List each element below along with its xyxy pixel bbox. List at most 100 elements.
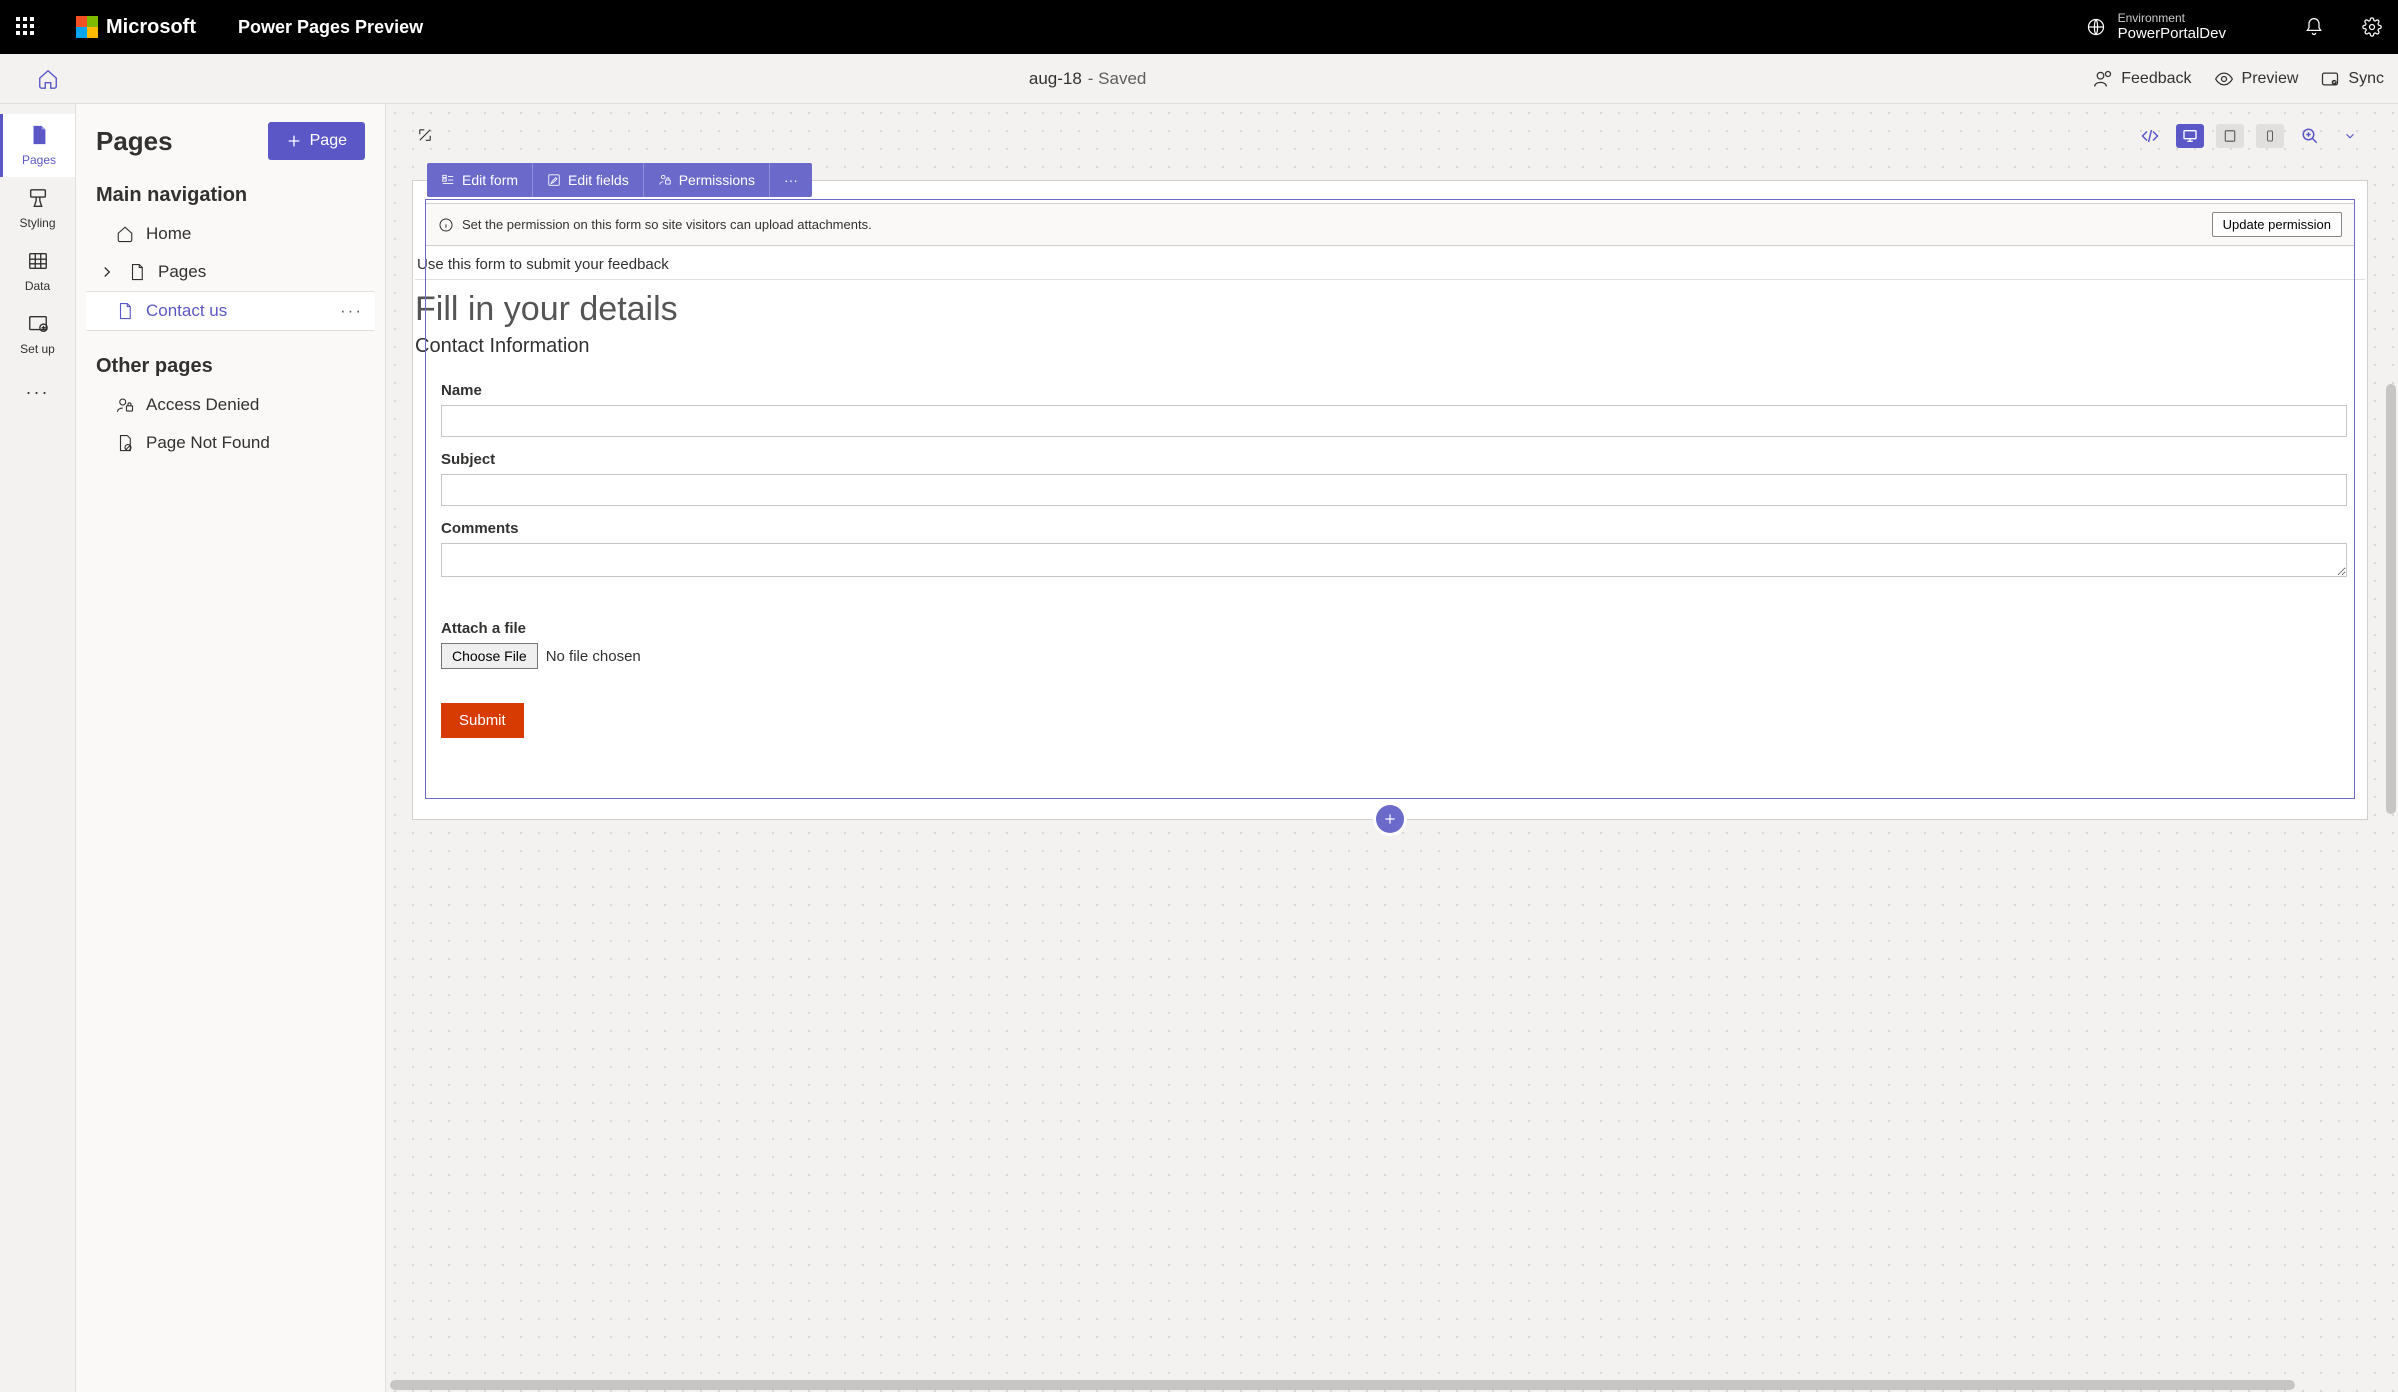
chevron-right-icon (98, 263, 116, 281)
permissions-label: Permissions (679, 172, 755, 188)
add-section-button[interactable] (1376, 805, 1404, 833)
tree-item-contact-us[interactable]: Contact us ··· (86, 291, 375, 331)
code-view-button[interactable] (2136, 124, 2164, 148)
rail-label: Data (0, 279, 75, 293)
permission-info-bar: Set the permission on this form so site … (425, 203, 2355, 246)
rail-item-styling[interactable]: Styling (0, 177, 75, 240)
environment-label: Environment (2118, 11, 2226, 25)
zoom-in-icon (2301, 127, 2319, 145)
tree-item-pages[interactable]: Pages (86, 253, 375, 291)
edit-fields-label: Edit fields (568, 172, 629, 188)
section-other-pages: Other pages (86, 345, 375, 386)
preview-icon (2214, 69, 2234, 89)
tree-label: Home (146, 224, 191, 244)
settings-icon[interactable] (2362, 17, 2382, 37)
page-outline-icon (116, 302, 134, 320)
left-rail: Pages Styling Data Set up ··· (0, 104, 76, 1392)
tree-item-more-icon[interactable]: ··· (340, 301, 363, 321)
permissions-button[interactable]: Permissions (644, 163, 770, 197)
notifications-icon[interactable] (2304, 17, 2324, 37)
tree-label: Page Not Found (146, 433, 270, 453)
globe-icon (2086, 17, 2106, 37)
add-page-button[interactable]: Page (268, 122, 365, 160)
setup-icon (27, 313, 49, 335)
tablet-view-button[interactable] (2216, 124, 2244, 148)
tablet-icon (2223, 129, 2237, 143)
environment-picker[interactable]: Environment PowerPortalDev (2068, 11, 2226, 43)
form-icon (441, 173, 455, 187)
app-launcher-icon[interactable] (16, 17, 36, 37)
add-page-label: Page (310, 132, 347, 150)
zoom-dropdown-button[interactable] (2336, 124, 2364, 148)
rail-label: Pages (3, 153, 75, 167)
preview-label: Preview (2242, 70, 2299, 88)
sync-button[interactable]: Sync (2320, 69, 2384, 89)
tree-label: Pages (158, 262, 206, 282)
info-message: Set the permission on this form so site … (462, 217, 872, 232)
page-blocked-icon (116, 434, 134, 452)
label-attach: Attach a file (441, 620, 2347, 637)
rail-item-pages[interactable]: Pages (0, 114, 75, 177)
edit-form-button[interactable]: Edit form (427, 163, 533, 197)
mobile-icon (2264, 129, 2276, 143)
edit-fields-button[interactable]: Edit fields (533, 163, 644, 197)
tree-label: Access Denied (146, 395, 259, 415)
tree-item-home[interactable]: Home (86, 215, 375, 253)
feedback-label: Feedback (2121, 70, 2191, 88)
form-body: Name Subject Comments Attach a file Choo… (413, 364, 2367, 758)
home-icon[interactable] (37, 68, 59, 90)
feedback-icon (2093, 69, 2113, 89)
tree-label: Contact us (146, 301, 227, 321)
form-hint: Use this form to submit your feedback (415, 246, 2365, 280)
main-area: Pages Styling Data Set up ··· Pages Page… (0, 104, 2398, 1392)
label-subject: Subject (441, 451, 2347, 468)
page-canvas[interactable]: Edit form Edit fields Permissions ··· Se… (412, 180, 2368, 820)
vertical-scrollbar[interactable] (2386, 384, 2396, 814)
horizontal-scrollbar[interactable] (390, 1380, 2374, 1390)
resize-handle-icon[interactable] (416, 126, 434, 144)
form-toolbar-more[interactable]: ··· (770, 163, 812, 197)
home-outline-icon (116, 225, 134, 243)
rail-label: Set up (0, 342, 75, 356)
canvas-toolbar (2136, 124, 2364, 148)
update-permission-button[interactable]: Update permission (2212, 212, 2342, 237)
desktop-view-button[interactable] (2176, 124, 2204, 148)
submit-button[interactable]: Submit (441, 703, 524, 738)
table-icon (27, 250, 49, 272)
brush-icon (27, 187, 49, 209)
section-main-nav: Main navigation (86, 174, 375, 215)
input-name[interactable] (441, 405, 2347, 437)
microsoft-logo[interactable]: Microsoft (76, 16, 196, 39)
feedback-button[interactable]: Feedback (2093, 69, 2191, 89)
page-icon (28, 124, 50, 146)
rail-item-data[interactable]: Data (0, 240, 75, 303)
secondary-toolbar: aug-18 - Saved Feedback Preview Sync (0, 54, 2398, 104)
microsoft-logo-icon (76, 16, 98, 38)
plus-icon (1383, 812, 1397, 826)
input-comments[interactable] (441, 543, 2347, 577)
sync-icon (2320, 69, 2340, 89)
desktop-icon (2182, 128, 2198, 144)
microsoft-logo-text: Microsoft (106, 16, 196, 39)
label-name: Name (441, 382, 2347, 399)
label-comments: Comments (441, 520, 2347, 537)
edit-form-label: Edit form (462, 172, 518, 188)
lock-person-icon (658, 173, 672, 187)
top-header: Microsoft Power Pages Preview Environmen… (0, 0, 2398, 54)
rail-item-setup[interactable]: Set up (0, 303, 75, 366)
person-lock-icon (116, 396, 134, 414)
tree-item-access-denied[interactable]: Access Denied (86, 386, 375, 424)
site-name: aug-18 (1029, 69, 1082, 89)
rail-item-more[interactable]: ··· (0, 372, 75, 413)
pages-panel: Pages Page Main navigation Home Pages Co… (76, 104, 386, 1392)
mobile-view-button[interactable] (2256, 124, 2284, 148)
zoom-button[interactable] (2296, 124, 2324, 148)
form-section-title: Contact Information (413, 335, 2367, 364)
choose-file-button[interactable]: Choose File (441, 643, 538, 669)
preview-button[interactable]: Preview (2214, 69, 2299, 89)
input-subject[interactable] (441, 474, 2347, 506)
rail-label: Styling (0, 216, 75, 230)
page-outline-icon (128, 263, 146, 281)
app-name: Power Pages Preview (238, 17, 423, 38)
tree-item-page-not-found[interactable]: Page Not Found (86, 424, 375, 462)
